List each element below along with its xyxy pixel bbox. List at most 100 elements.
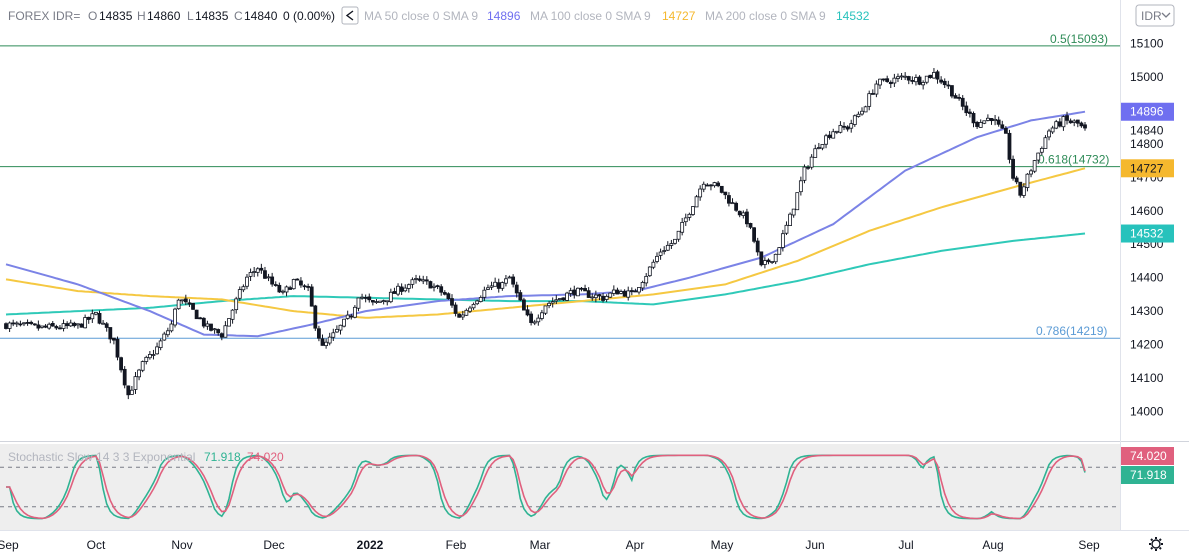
candle-body	[173, 308, 177, 326]
candle	[1007, 129, 1012, 164]
candle-body	[773, 253, 778, 263]
candle-body	[982, 120, 987, 124]
candle-body	[1036, 152, 1041, 161]
candle-body	[536, 317, 541, 323]
candle-body	[388, 291, 393, 303]
candle-body	[1021, 186, 1026, 196]
candle-body	[1079, 122, 1084, 127]
candle-body	[309, 286, 314, 307]
candle-body	[762, 260, 767, 265]
candle-body	[281, 290, 285, 293]
candle-body	[896, 76, 900, 79]
candle-body	[450, 298, 454, 306]
candle-body	[777, 247, 782, 255]
stoch-axis-tag: 71.918	[1121, 466, 1174, 484]
candle-body	[266, 276, 271, 279]
candle-body	[1029, 170, 1033, 175]
candle	[694, 194, 699, 208]
candle-body	[989, 118, 994, 122]
candle-body	[842, 125, 846, 128]
candle-body	[140, 361, 145, 371]
candle-body	[155, 346, 159, 355]
candle-body	[1061, 116, 1066, 128]
candle-body	[22, 322, 26, 325]
stoch-axis-tag: 74.020	[1121, 447, 1174, 465]
candle-body	[1014, 177, 1019, 183]
candle-body	[863, 106, 868, 113]
candle-body	[910, 80, 915, 82]
candle-body	[97, 312, 102, 324]
candle	[428, 280, 433, 289]
candle-body	[996, 119, 1001, 125]
candle-body	[960, 97, 965, 107]
candle-body	[83, 317, 88, 329]
candle-body	[1011, 158, 1015, 179]
candle-body	[43, 325, 48, 328]
candle-body	[658, 251, 663, 256]
candle-body	[827, 134, 832, 138]
candle-body	[399, 286, 404, 292]
candle-body	[367, 296, 372, 301]
time-tick-label: Jun	[805, 538, 824, 552]
candle-body	[629, 290, 634, 292]
candle-body	[932, 72, 936, 79]
candle-body	[766, 259, 771, 263]
candle-body	[921, 82, 926, 86]
candle-body	[1032, 160, 1037, 172]
price-tick-label: 15100	[1130, 37, 1164, 51]
candle-body	[1054, 121, 1059, 129]
candle-body	[906, 76, 911, 81]
candle-body	[554, 299, 559, 302]
candle-body	[327, 336, 332, 344]
candle-body	[1018, 181, 1023, 196]
time-tick-label: Dec	[263, 538, 284, 552]
candle-body	[259, 267, 264, 271]
candle-body	[593, 294, 598, 299]
candle-body	[435, 285, 440, 288]
candle	[291, 278, 296, 290]
high-value: 14860	[147, 9, 181, 23]
currency-dropdown[interactable]: IDR	[1135, 4, 1175, 27]
candle-body	[557, 298, 562, 300]
candle-body	[133, 376, 138, 390]
candle-body	[870, 93, 875, 95]
candle-body	[76, 323, 80, 326]
candle-body	[198, 317, 203, 320]
collapse-legend-button[interactable]	[341, 6, 359, 25]
candle-body	[532, 321, 537, 324]
close-value: 14840	[244, 9, 278, 23]
ma50-value: 14896	[487, 9, 521, 23]
price-axis-tag-text: 14532	[1130, 227, 1164, 241]
candle-body	[698, 188, 703, 198]
time-tick-label: Sep	[0, 538, 19, 552]
stoch-k-value: 71.918	[204, 450, 241, 464]
candle-body	[1050, 127, 1055, 133]
candle-body	[176, 299, 181, 310]
candle-body	[270, 276, 275, 285]
time-tick-label: Feb	[446, 538, 467, 552]
candle-body	[694, 196, 699, 208]
price-tick-label: 14000	[1130, 405, 1164, 419]
candle	[313, 304, 318, 331]
candle-body	[317, 328, 321, 339]
candle-body	[845, 126, 850, 130]
candle-body	[856, 113, 861, 117]
candle-body	[622, 290, 627, 297]
candle	[608, 292, 613, 299]
time-tick-label: May	[711, 538, 734, 552]
candle-body	[122, 368, 127, 386]
candle	[4, 322, 8, 330]
candle	[863, 105, 868, 113]
candle-body	[903, 75, 908, 78]
candle	[227, 318, 231, 327]
candle-body	[165, 330, 170, 336]
candle-body	[838, 124, 843, 133]
chart-root: 0.5(15093) 0.618(14732) 0.786(14219) 74.02…	[0, 0, 1189, 556]
candle-body	[295, 278, 300, 281]
price-chart[interactable]: 0.5(15093) 0.618(14732) 0.786(14219) 74.02…	[0, 0, 1189, 556]
candle-body	[975, 121, 979, 127]
candle-body	[18, 323, 23, 326]
candle-body	[813, 148, 818, 158]
candle-body	[615, 289, 620, 295]
candle-body	[471, 303, 476, 309]
